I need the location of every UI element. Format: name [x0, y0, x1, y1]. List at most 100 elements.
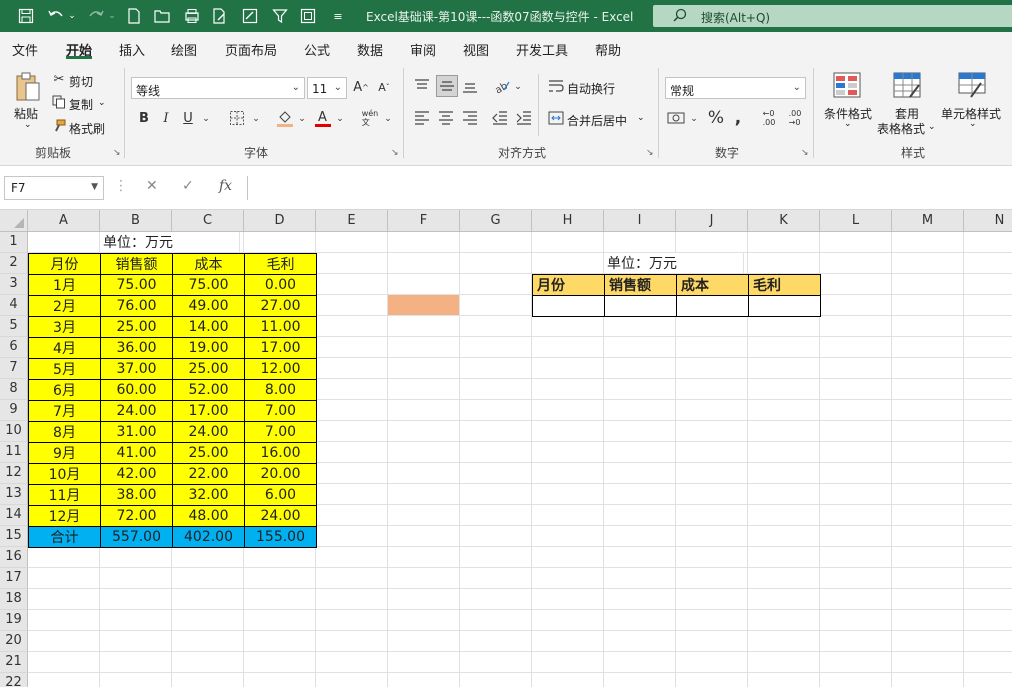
empty-cell[interactable] [820, 547, 892, 568]
tab-view[interactable]: 视图 [463, 40, 489, 59]
table-cell[interactable]: 24.00 [172, 421, 245, 443]
empty-cell[interactable] [316, 442, 388, 463]
empty-cell[interactable] [388, 337, 460, 358]
empty-cell[interactable] [676, 400, 748, 421]
empty-cell[interactable] [460, 505, 532, 526]
empty-cell[interactable] [604, 400, 676, 421]
empty-cell[interactable] [388, 274, 460, 295]
row-header-20[interactable]: 20 [0, 631, 28, 652]
empty-cell[interactable] [388, 316, 460, 337]
empty-cell[interactable] [964, 631, 1012, 652]
tab-draw[interactable]: 绘图 [171, 40, 197, 59]
empty-cell[interactable] [604, 379, 676, 400]
empty-cell[interactable] [460, 547, 532, 568]
lookup-header-cell[interactable]: 月份 [532, 274, 605, 296]
empty-cell[interactable] [892, 232, 964, 253]
table-cell[interactable]: 5月 [28, 358, 101, 380]
empty-cell[interactable] [748, 484, 820, 505]
row-header-3[interactable]: 3 [0, 274, 28, 295]
table-header-cell[interactable]: 成本 [172, 253, 245, 275]
empty-cell[interactable] [748, 463, 820, 484]
column-header-c[interactable]: C [172, 210, 244, 232]
empty-cell[interactable] [604, 442, 676, 463]
empty-cell[interactable] [748, 547, 820, 568]
total-cell[interactable]: 合计 [28, 526, 101, 548]
empty-cell[interactable] [316, 631, 388, 652]
row-header-7[interactable]: 7 [0, 358, 28, 379]
empty-cell[interactable] [892, 610, 964, 631]
empty-cell[interactable] [892, 547, 964, 568]
empty-cell[interactable] [532, 337, 604, 358]
empty-cell[interactable] [172, 568, 244, 589]
tab-file[interactable]: 文件 [12, 40, 38, 59]
empty-cell[interactable] [100, 589, 172, 610]
lookup-header-cell[interactable]: 销售额 [604, 274, 677, 296]
row-header-1[interactable]: 1 [0, 232, 28, 253]
table-cell[interactable]: 6月 [28, 379, 101, 401]
table-cell[interactable]: 8月 [28, 421, 101, 443]
empty-cell[interactable] [532, 505, 604, 526]
lookup-input-cell[interactable] [532, 295, 605, 317]
empty-cell[interactable] [748, 589, 820, 610]
empty-cell[interactable] [172, 652, 244, 673]
column-header-j[interactable]: J [676, 210, 748, 232]
table-cell[interactable]: 36.00 [100, 337, 173, 359]
empty-cell[interactable] [388, 505, 460, 526]
empty-cell[interactable] [532, 463, 604, 484]
empty-cell[interactable] [748, 652, 820, 673]
row-header-13[interactable]: 13 [0, 484, 28, 505]
table-cell[interactable]: 11月 [28, 484, 101, 506]
empty-cell[interactable] [892, 652, 964, 673]
empty-cell[interactable] [532, 379, 604, 400]
empty-cell[interactable] [820, 274, 892, 295]
table-cell[interactable]: 6.00 [244, 484, 317, 506]
empty-cell[interactable] [460, 463, 532, 484]
empty-cell[interactable] [964, 652, 1012, 673]
empty-cell[interactable] [820, 337, 892, 358]
empty-cell[interactable] [316, 379, 388, 400]
empty-cell[interactable] [748, 358, 820, 379]
format-as-table-dropdown-icon[interactable]: ⌄ [928, 122, 936, 132]
empty-cell[interactable] [388, 673, 460, 687]
table-header-cell[interactable]: 销售额 [100, 253, 173, 275]
table-cell[interactable]: 37.00 [100, 358, 173, 380]
empty-cell[interactable] [460, 316, 532, 337]
accounting-dropdown-icon[interactable]: ⌄ [688, 111, 700, 127]
open-folder-icon[interactable] [152, 6, 172, 26]
column-header-d[interactable]: D [244, 210, 316, 232]
empty-cell[interactable] [748, 442, 820, 463]
table-cell[interactable]: 8.00 [244, 379, 317, 401]
decrease-decimal-icon[interactable]: .00 →0 [784, 108, 806, 128]
table-cell[interactable]: 14.00 [172, 316, 245, 338]
empty-cell[interactable] [316, 547, 388, 568]
empty-cell[interactable] [172, 673, 244, 687]
column-header-a[interactable]: A [28, 210, 100, 232]
empty-cell[interactable] [460, 232, 532, 253]
empty-cell[interactable] [964, 232, 1012, 253]
table-cell[interactable]: 12月 [28, 505, 101, 527]
empty-cell[interactable] [388, 484, 460, 505]
empty-cell[interactable] [892, 631, 964, 652]
borders-icon[interactable] [228, 109, 246, 127]
empty-cell[interactable] [964, 610, 1012, 631]
empty-cell[interactable] [820, 421, 892, 442]
alignment-launcher-icon[interactable]: ↘ [646, 148, 654, 158]
empty-cell[interactable] [820, 358, 892, 379]
empty-cell[interactable] [892, 295, 964, 316]
empty-cell[interactable] [964, 442, 1012, 463]
empty-cell[interactable] [532, 568, 604, 589]
empty-cell[interactable] [244, 547, 316, 568]
search-box[interactable]: 搜索(Alt+Q) [653, 5, 1012, 27]
copy-button[interactable]: 复制 [69, 96, 93, 113]
underline-icon[interactable]: U [180, 109, 196, 127]
empty-cell[interactable] [532, 316, 604, 337]
empty-cell[interactable] [964, 316, 1012, 337]
underline-dropdown-icon[interactable]: ⌄ [200, 111, 212, 127]
empty-cell[interactable] [388, 631, 460, 652]
empty-cell[interactable] [676, 337, 748, 358]
empty-cell[interactable] [604, 631, 676, 652]
empty-cell[interactable] [964, 505, 1012, 526]
empty-cell[interactable] [100, 652, 172, 673]
empty-cell[interactable] [388, 253, 460, 274]
column-header-m[interactable]: M [892, 210, 964, 232]
